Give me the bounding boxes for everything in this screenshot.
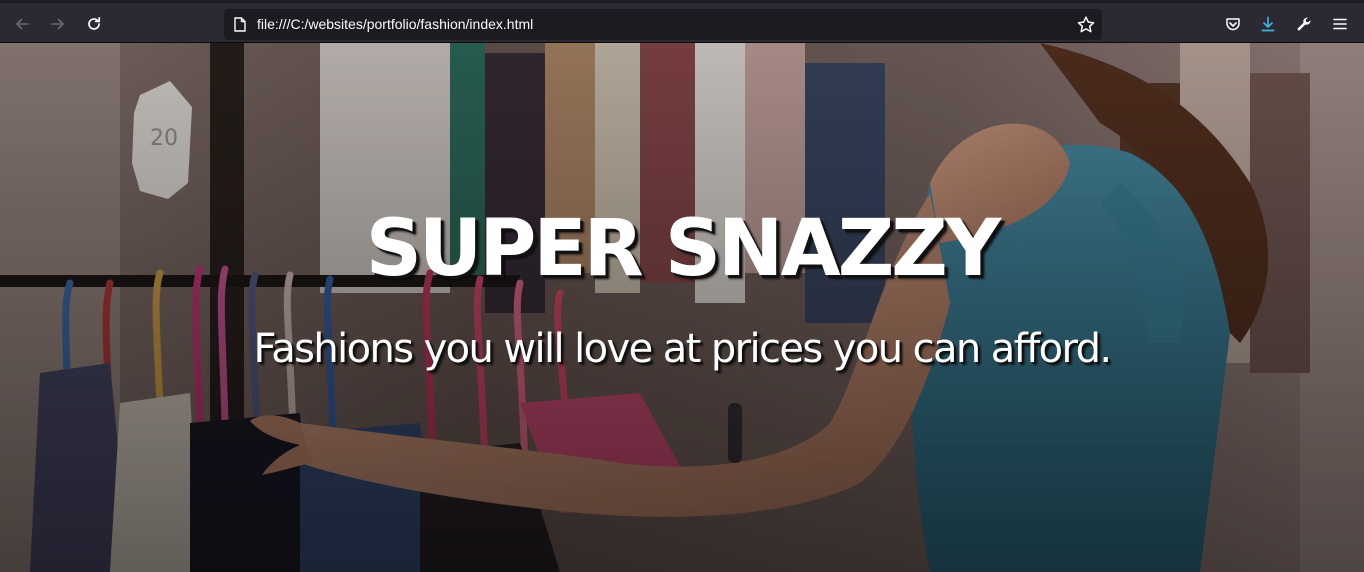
star-icon[interactable] — [1076, 15, 1096, 35]
address-url-text[interactable]: file:///C:/websites/portfolio/fashion/in… — [257, 9, 533, 40]
page-icon — [234, 17, 246, 32]
browser-toolbar: file:///C:/websites/portfolio/fashion/in… — [0, 0, 1364, 43]
hero-subtitle: Fashions you will love at prices you can… — [253, 326, 1112, 372]
wrench-icon — [1297, 17, 1311, 31]
menu-button[interactable] — [1325, 9, 1355, 39]
hero-section: 20 — [0, 43, 1364, 572]
downloads-button[interactable] — [1253, 9, 1283, 39]
pocket-button[interactable] — [1218, 9, 1248, 39]
reload-icon — [88, 16, 101, 30]
arrow-left-icon — [16, 18, 29, 30]
hero-dim-overlay — [0, 43, 1364, 572]
tools-button[interactable] — [1289, 9, 1319, 39]
download-icon — [1261, 16, 1275, 32]
arrow-right-icon — [51, 18, 64, 30]
forward-button[interactable] — [43, 9, 73, 39]
hero-title: SUPER SNAZZY — [365, 204, 1002, 294]
back-button[interactable] — [7, 9, 37, 39]
pocket-icon — [1226, 18, 1240, 31]
hamburger-menu-icon — [1333, 18, 1347, 30]
address-bar[interactable]: file:///C:/websites/portfolio/fashion/in… — [224, 9, 1102, 40]
reload-button[interactable] — [79, 9, 109, 39]
